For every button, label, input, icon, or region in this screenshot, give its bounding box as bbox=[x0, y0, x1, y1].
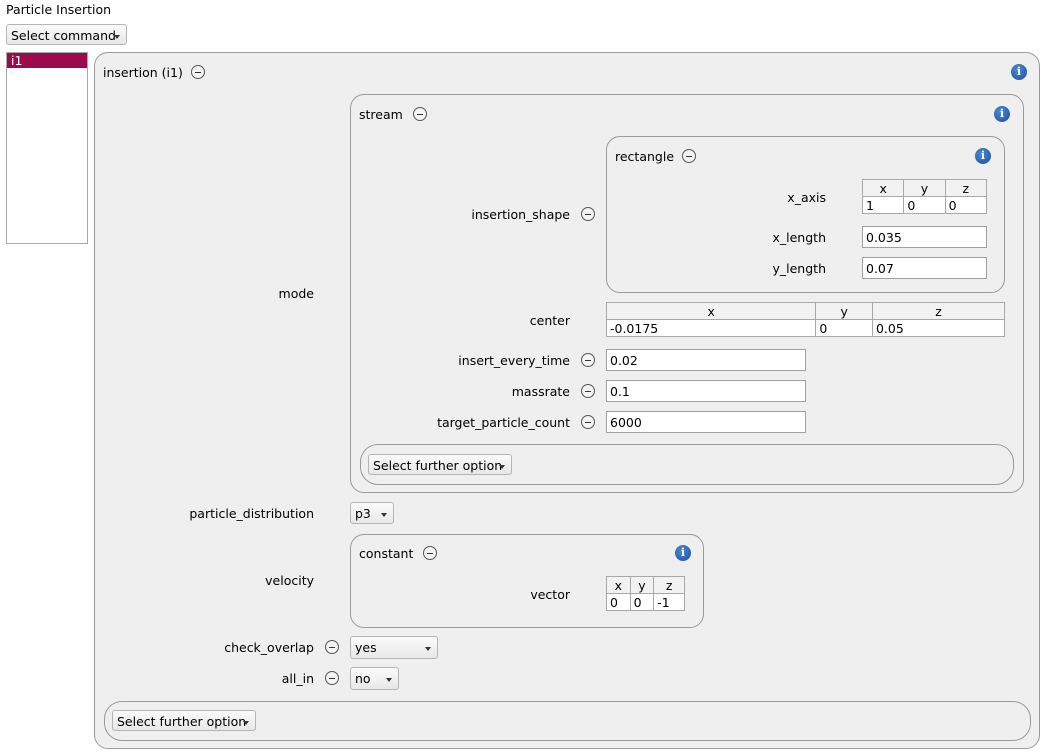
collapse-stream-icon[interactable] bbox=[413, 107, 427, 121]
target-particle-count-label: target_particle_count bbox=[437, 415, 570, 430]
info-icon[interactable]: i bbox=[975, 148, 991, 164]
collapse-velocity-icon[interactable] bbox=[423, 546, 437, 560]
all-in-dropdown[interactable]: no bbox=[350, 667, 399, 690]
column-header: z bbox=[653, 576, 685, 594]
vector-label: vector bbox=[530, 587, 570, 602]
column-header: y bbox=[903, 179, 946, 197]
center-y-cell[interactable]: 0 bbox=[815, 319, 873, 337]
particle-distribution-dropdown[interactable]: p3 bbox=[350, 502, 394, 524]
insertion-shape-label: insertion_shape bbox=[471, 207, 570, 222]
x-length-field[interactable]: 0.035 bbox=[862, 226, 987, 248]
column-header: z bbox=[871, 302, 1006, 320]
check-overlap-dropdown[interactable]: yes bbox=[350, 636, 438, 659]
x-axis-label: x_axis bbox=[787, 190, 826, 205]
x-axis-y-cell[interactable]: 0 bbox=[903, 196, 946, 214]
page-title: Particle Insertion bbox=[6, 2, 112, 17]
column-header: x bbox=[605, 302, 817, 320]
remove-check-overlap-icon[interactable] bbox=[325, 640, 339, 654]
x-length-label: x_length bbox=[772, 230, 827, 245]
y-length-field[interactable]: 0.07 bbox=[862, 257, 987, 279]
vector-z-cell[interactable]: -1 bbox=[653, 593, 685, 611]
insertion-further-option-dropdown[interactable]: Select further option bbox=[112, 710, 256, 731]
check-overlap-label: check_overlap bbox=[224, 640, 314, 655]
column-header: x bbox=[861, 179, 905, 197]
list-item[interactable]: i1 bbox=[7, 53, 87, 68]
center-x-cell[interactable]: -0.0175 bbox=[605, 319, 817, 337]
remove-insert-every-time-icon[interactable] bbox=[581, 353, 595, 367]
x-axis-table[interactable]: x y z 1 0 0 bbox=[861, 179, 988, 214]
stream-title: stream bbox=[359, 107, 403, 122]
remove-target-particle-count-icon[interactable] bbox=[581, 415, 595, 429]
collapse-insertion-icon[interactable] bbox=[191, 65, 205, 79]
collapse-rectangle-icon[interactable] bbox=[682, 149, 696, 163]
y-length-label: y_length bbox=[772, 261, 827, 276]
remove-insertion-shape-icon[interactable] bbox=[581, 207, 595, 221]
stream-further-option-dropdown[interactable]: Select further option bbox=[368, 454, 512, 475]
column-header: x bbox=[606, 576, 631, 594]
insertion-title: insertion (i1) bbox=[103, 65, 183, 80]
remove-all-in-icon[interactable] bbox=[325, 671, 339, 685]
column-header: z bbox=[944, 179, 988, 197]
x-axis-z-cell[interactable]: 0 bbox=[944, 196, 988, 214]
insert-every-time-field[interactable]: 0.02 bbox=[606, 349, 806, 371]
vector-x-cell[interactable]: 0 bbox=[606, 593, 631, 611]
vector-table[interactable]: x y z 0 0 -1 bbox=[606, 576, 685, 611]
instance-list[interactable]: i1 bbox=[6, 52, 88, 244]
vector-y-cell[interactable]: 0 bbox=[629, 593, 655, 611]
column-header: y bbox=[629, 576, 655, 594]
target-particle-count-field[interactable]: 6000 bbox=[606, 411, 806, 433]
velocity-title: constant bbox=[359, 546, 414, 561]
center-table[interactable]: x y z -0.0175 0 0.05 bbox=[605, 302, 1006, 337]
particle-distribution-label: particle_distribution bbox=[189, 506, 314, 521]
massrate-field[interactable]: 0.1 bbox=[606, 380, 806, 402]
center-z-cell[interactable]: 0.05 bbox=[871, 319, 1006, 337]
rectangle-title: rectangle bbox=[615, 149, 675, 164]
insert-every-time-label: insert_every_time bbox=[458, 353, 570, 368]
column-header: y bbox=[815, 302, 873, 320]
info-icon[interactable]: i bbox=[675, 545, 691, 561]
info-icon[interactable]: i bbox=[1011, 64, 1027, 80]
x-axis-x-cell[interactable]: 1 bbox=[861, 196, 905, 214]
center-label: center bbox=[529, 313, 570, 328]
info-icon[interactable]: i bbox=[994, 106, 1010, 122]
remove-massrate-icon[interactable] bbox=[581, 384, 595, 398]
massrate-label: massrate bbox=[511, 384, 570, 399]
select-command-dropdown[interactable]: Select command bbox=[6, 24, 127, 45]
all-in-label: all_in bbox=[281, 671, 314, 686]
mode-label: mode bbox=[278, 286, 314, 301]
velocity-label: velocity bbox=[265, 573, 314, 588]
